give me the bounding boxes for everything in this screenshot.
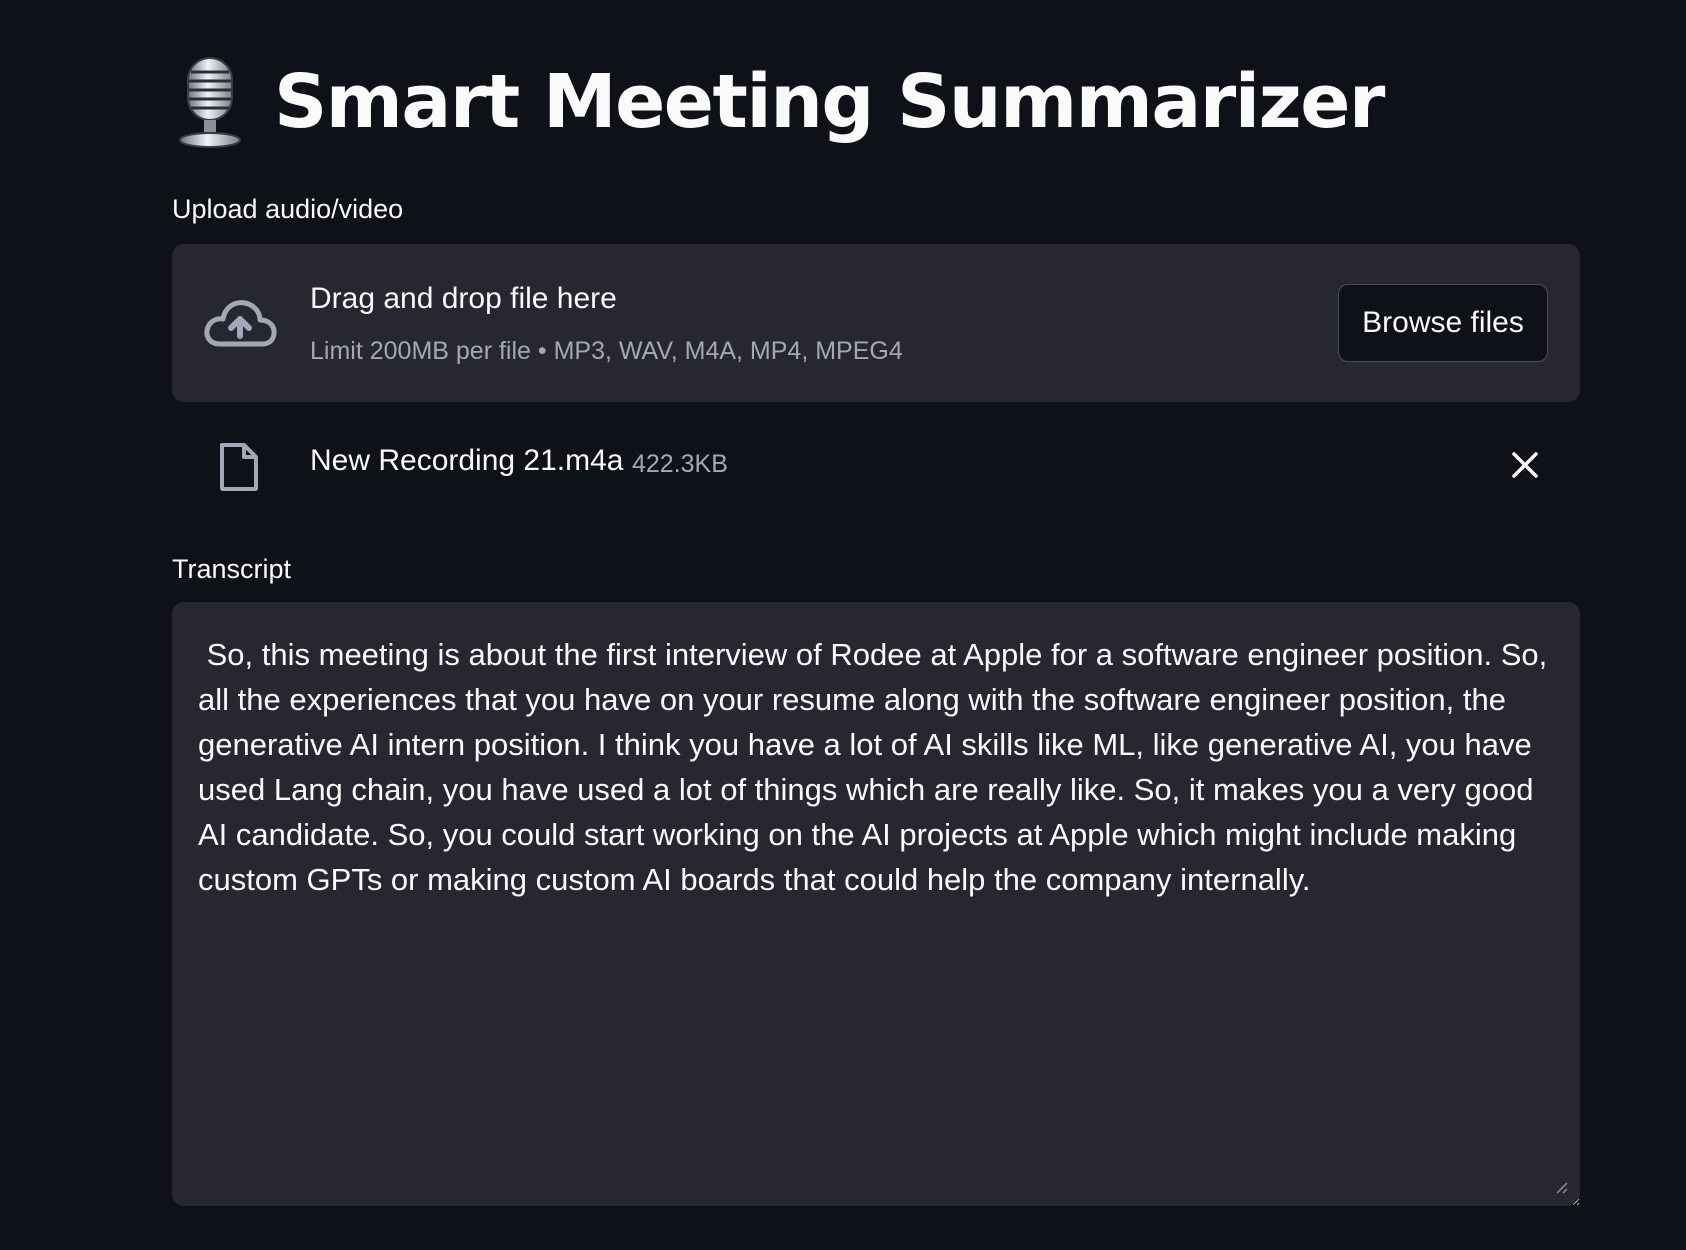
page-title: Smart Meeting Summarizer	[274, 59, 1385, 145]
file-dropzone[interactable]: Drag and drop file here Limit 200MB per …	[172, 244, 1580, 402]
dropzone-title: Drag and drop file here	[310, 282, 617, 315]
uploaded-file-row: New Recording 21.m4a 422.3KB	[172, 430, 1580, 500]
resize-handle-icon[interactable]	[1554, 1180, 1568, 1194]
browse-files-button[interactable]: Browse files	[1338, 284, 1548, 362]
upload-label: Upload audio/video	[172, 194, 404, 224]
cloud-upload-icon	[204, 300, 277, 347]
transcript-label: Transcript	[172, 554, 292, 584]
close-icon[interactable]	[1508, 448, 1542, 482]
file-name: New Recording 21.m4a	[310, 444, 624, 477]
file-size: 422.3KB	[632, 450, 728, 478]
dropzone-limit-text: Limit 200MB per file • MP3, WAV, M4A, MP…	[310, 337, 903, 365]
title-row: Smart Meeting Summarizer	[172, 52, 1385, 152]
microphone-icon	[179, 57, 241, 148]
file-icon	[220, 443, 258, 491]
transcript-textarea[interactable]: So, this meeting is about the first inte…	[172, 602, 1580, 1206]
